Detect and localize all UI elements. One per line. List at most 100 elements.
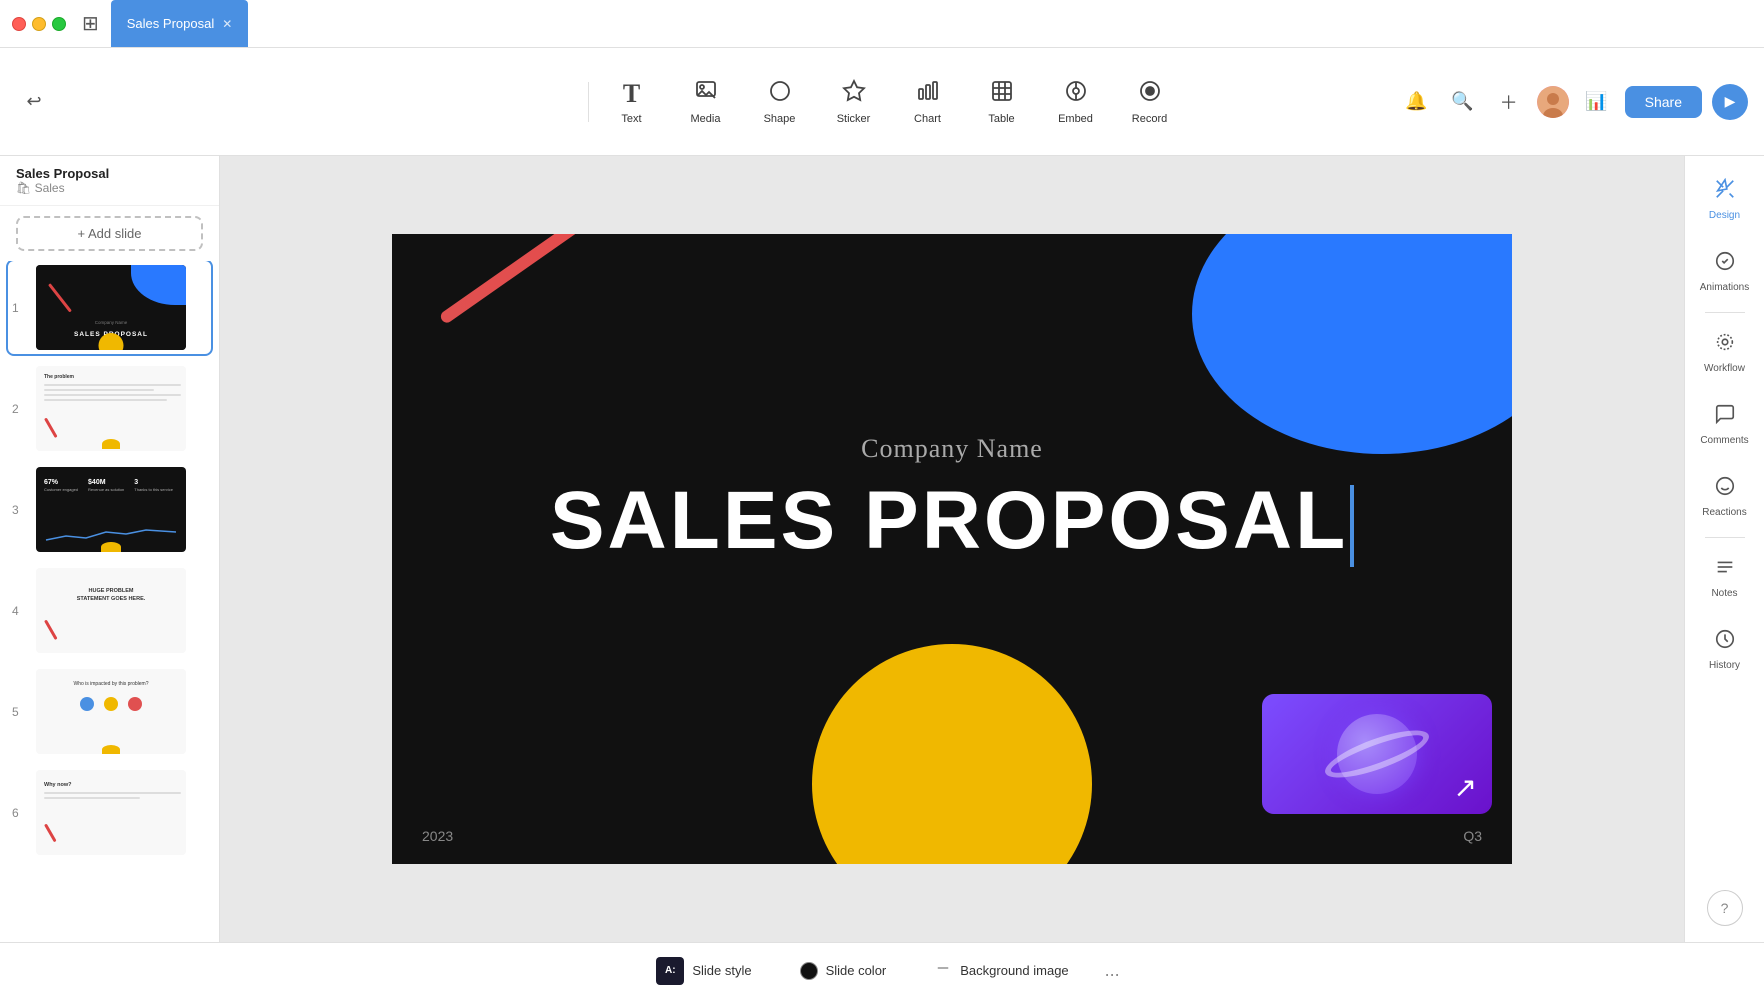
bottom-bar: A: Slide style Slide color Background im… bbox=[0, 942, 1764, 998]
sticker-tool-label: Sticker bbox=[837, 113, 871, 125]
media-tool-button[interactable]: Media bbox=[671, 62, 741, 142]
slide-quarter: Q3 bbox=[1463, 828, 1482, 844]
slide-thumbnail-6: Why now? bbox=[36, 770, 186, 855]
slide-item-6[interactable]: 6 Why now? bbox=[8, 766, 211, 859]
slide-item-4[interactable]: 4 HUGE PROBLEMSTATEMENT GOES HERE. bbox=[8, 564, 211, 657]
toolbar-right: 🔔 🔍 ＋ 📊 Share ▶ bbox=[1399, 84, 1748, 120]
design-tool[interactable]: Design bbox=[1690, 164, 1760, 234]
main-title: SALES PROPOSAL bbox=[392, 474, 1512, 568]
text-icon: T bbox=[623, 79, 640, 109]
cursor-icon: ↗ bbox=[1454, 771, 1477, 804]
embed-icon bbox=[1064, 79, 1088, 109]
notification-button[interactable]: 🔔 bbox=[1399, 84, 1435, 120]
more-button[interactable]: ... bbox=[1105, 960, 1120, 981]
right-panel: Design Animations Workflow bbox=[1684, 156, 1764, 942]
traffic-lights bbox=[12, 17, 66, 31]
shape-icon bbox=[768, 79, 792, 109]
right-divider-1 bbox=[1705, 312, 1745, 313]
search-button[interactable]: 🔍 bbox=[1445, 84, 1481, 120]
close-traffic-light[interactable] bbox=[12, 17, 26, 31]
embed-tool-button[interactable]: Embed bbox=[1041, 62, 1111, 142]
blue-blob bbox=[1192, 234, 1512, 454]
title-bar: ⊞ Sales Proposal ✕ bbox=[0, 0, 1764, 48]
add-slide-button[interactable]: + Add slide bbox=[16, 216, 203, 251]
embed-tool-label: Embed bbox=[1058, 113, 1093, 125]
yellow-circle bbox=[812, 644, 1092, 864]
background-image-tool[interactable]: Background image bbox=[922, 953, 1080, 988]
reactions-tool[interactable]: Reactions bbox=[1690, 461, 1760, 531]
red-line bbox=[439, 234, 708, 325]
main-area: Sales Proposal 🛍 Sales + Add slide 1 Com… bbox=[0, 156, 1764, 942]
slide-number-5: 5 bbox=[12, 705, 28, 719]
slide-style-tool[interactable]: A: Slide style bbox=[644, 951, 763, 991]
minimize-traffic-light[interactable] bbox=[32, 17, 46, 31]
history-label: History bbox=[1709, 660, 1740, 671]
notes-tool[interactable]: Notes bbox=[1690, 542, 1760, 612]
shape-tool-button[interactable]: Shape bbox=[745, 62, 815, 142]
reactions-label: Reactions bbox=[1702, 507, 1746, 518]
record-tool-button[interactable]: Record bbox=[1115, 62, 1185, 142]
tab-bar: Sales Proposal ✕ bbox=[111, 0, 249, 47]
play-button[interactable]: ▶ bbox=[1712, 84, 1748, 120]
app-grid-icon[interactable]: ⊞ bbox=[82, 11, 99, 36]
sticker-icon bbox=[842, 79, 866, 109]
slide-thumbnail-5: Who is impacted by this problem? bbox=[36, 669, 186, 754]
table-icon bbox=[990, 79, 1014, 109]
workflow-tool[interactable]: Workflow bbox=[1690, 317, 1760, 387]
media-icon bbox=[694, 79, 718, 109]
chart-icon bbox=[916, 79, 940, 109]
toolbar-separator bbox=[588, 82, 589, 122]
notes-label: Notes bbox=[1711, 588, 1737, 599]
analytics-button[interactable]: 📊 bbox=[1579, 84, 1615, 120]
slide-item-1[interactable]: 1 Company Name SALES PROPOSAL bbox=[8, 261, 211, 354]
add-button[interactable]: ＋ bbox=[1491, 84, 1527, 120]
sticker-tool-button[interactable]: Sticker bbox=[819, 62, 889, 142]
slide-number-1: 1 bbox=[12, 301, 28, 315]
slide-number-6: 6 bbox=[12, 806, 28, 820]
record-icon bbox=[1138, 79, 1162, 109]
tab-close-icon[interactable]: ✕ bbox=[222, 17, 232, 31]
toolbar-center: T Text Media Shape bbox=[597, 62, 1185, 142]
cursor-line bbox=[1350, 485, 1354, 567]
fullscreen-traffic-light[interactable] bbox=[52, 17, 66, 31]
workflow-icon bbox=[1714, 331, 1736, 359]
record-tool-label: Record bbox=[1132, 113, 1167, 125]
chart-tool-button[interactable]: Chart bbox=[893, 62, 963, 142]
slide-canvas[interactable]: Company Name SALES PROPOSAL ↗ 2023 Q3 bbox=[392, 234, 1512, 864]
breadcrumb: Sales Proposal 🛍 Sales bbox=[0, 156, 219, 206]
comments-icon bbox=[1714, 403, 1736, 431]
slide-thumbnail-3: 67%Customer engaged $40MRevenue as solut… bbox=[36, 467, 186, 552]
slide-color-tool[interactable]: Slide color bbox=[788, 956, 899, 986]
background-image-label: Background image bbox=[960, 963, 1068, 978]
slide-item-3[interactable]: 3 67%Customer engaged $40MRevenue as sol… bbox=[8, 463, 211, 556]
history-icon bbox=[1714, 628, 1736, 656]
slide-item-2[interactable]: 2 The problem bbox=[8, 362, 211, 455]
canvas-area[interactable]: Company Name SALES PROPOSAL ↗ 2023 Q3 bbox=[220, 156, 1684, 942]
slide-style-icon: A: bbox=[656, 957, 684, 985]
animations-tool[interactable]: Animations bbox=[1690, 236, 1760, 306]
breadcrumb-title: Sales Proposal bbox=[16, 166, 203, 181]
slide-year: 2023 bbox=[422, 828, 453, 844]
help-button[interactable]: ? bbox=[1707, 890, 1743, 926]
text-tool-button[interactable]: T Text bbox=[597, 62, 667, 142]
comments-tool[interactable]: Comments bbox=[1690, 389, 1760, 459]
animations-label: Animations bbox=[1700, 282, 1749, 293]
right-divider-2 bbox=[1705, 537, 1745, 538]
avatar bbox=[1537, 86, 1569, 118]
toolbar: ↩ T Text Media Shap bbox=[0, 48, 1764, 156]
undo-button[interactable]: ↩ bbox=[16, 84, 52, 120]
slide-item-5[interactable]: 5 Who is impacted by this problem? bbox=[8, 665, 211, 758]
share-button[interactable]: Share bbox=[1625, 86, 1702, 118]
text-tool-label: Text bbox=[621, 113, 641, 125]
design-icon bbox=[1714, 178, 1736, 206]
main-tab[interactable]: Sales Proposal ✕ bbox=[111, 0, 249, 47]
slide-number-2: 2 bbox=[12, 402, 28, 416]
media-tool-label: Media bbox=[691, 113, 721, 125]
slide-number-4: 4 bbox=[12, 604, 28, 618]
table-tool-button[interactable]: Table bbox=[967, 62, 1037, 142]
history-tool[interactable]: History bbox=[1690, 614, 1760, 684]
workflow-label: Workflow bbox=[1704, 363, 1745, 374]
left-panel: Sales Proposal 🛍 Sales + Add slide 1 Com… bbox=[0, 156, 220, 942]
table-tool-label: Table bbox=[988, 113, 1014, 125]
comments-label: Comments bbox=[1700, 435, 1748, 446]
